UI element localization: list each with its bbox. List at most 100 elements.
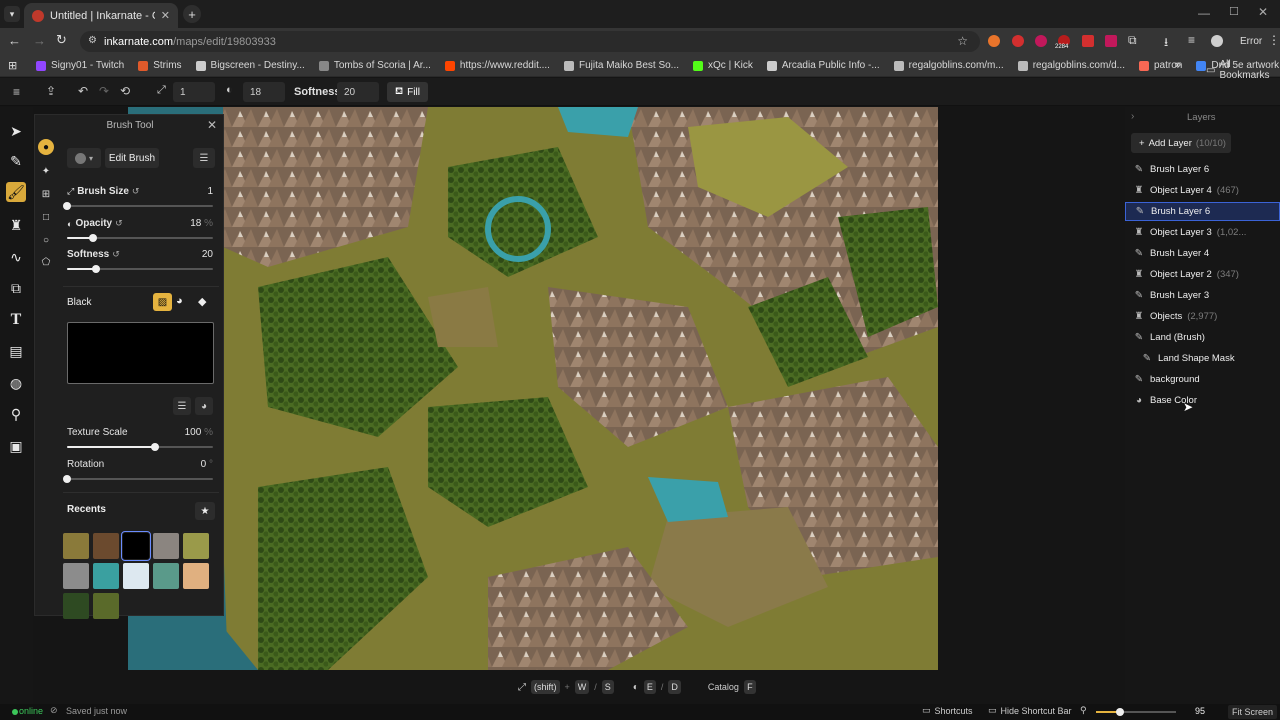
zoom-out-icon[interactable]: ⚲	[1080, 705, 1087, 716]
bookmarks-overflow-icon[interactable]: »	[1175, 59, 1181, 71]
main-menu-icon[interactable]: ≡	[13, 85, 20, 99]
back-icon[interactable]: ←	[8, 33, 21, 48]
recent-swatch[interactable]	[93, 593, 119, 619]
bookmark-item[interactable]: regalgoblins.com/d...	[1017, 60, 1125, 71]
export-icon[interactable]: ⇪	[46, 84, 56, 98]
brush-size-input[interactable]: 1	[173, 82, 215, 102]
extension-icon[interactable]	[1105, 35, 1117, 47]
extension-icon[interactable]	[1082, 35, 1094, 47]
new-tab-button[interactable]: +	[183, 5, 201, 23]
color-adjust-icon[interactable]: ☰	[173, 397, 191, 415]
square-brush-icon[interactable]: □	[39, 210, 53, 224]
recent-swatch[interactable]	[183, 563, 209, 589]
recent-swatch[interactable]	[93, 563, 119, 589]
bookmark-star-icon[interactable]: ☆	[957, 34, 968, 48]
layer-item[interactable]: ✎ Land Shape Mask	[1125, 349, 1280, 368]
history-icon[interactable]: ⟲	[120, 84, 130, 98]
collapse-chevron-icon[interactable]: ›	[1131, 111, 1134, 122]
shapes-tool-icon[interactable]: ⧉	[6, 278, 26, 298]
layer-item[interactable]: ♜ Object Layer 4 (467)	[1125, 181, 1280, 200]
profile-avatar-icon[interactable]	[1211, 35, 1223, 47]
globe-icon[interactable]: ◍	[6, 373, 26, 393]
texture-scale-value[interactable]: 100	[185, 427, 202, 438]
forward-icon[interactable]: →	[33, 33, 46, 48]
hide-shortcut-bar-button[interactable]: ▭ Hide Shortcut Bar	[988, 705, 1072, 716]
minimize-window-icon[interactable]: —	[1198, 6, 1210, 20]
fit-screen-button[interactable]: Fit Screen	[1228, 705, 1278, 719]
softness-slider[interactable]	[67, 264, 213, 274]
download-icon[interactable]: ⭳	[1164, 33, 1168, 54]
path-tool-icon[interactable]: ∿	[6, 247, 26, 267]
favorite-star-icon[interactable]: ★	[195, 502, 215, 520]
tab-close-icon[interactable]: ✕	[161, 9, 170, 22]
eyedropper-icon[interactable]: ✎	[6, 151, 26, 171]
rotation-slider[interactable]	[63, 474, 213, 484]
extension-icon[interactable]	[1035, 35, 1047, 47]
extension-icon[interactable]	[988, 35, 1000, 47]
shortcuts-button[interactable]: ▭ Shortcuts	[922, 705, 973, 716]
recent-swatch[interactable]	[63, 593, 89, 619]
apps-grid-icon[interactable]: ⊞	[8, 59, 17, 72]
url-field[interactable]: ⚙ inkarnate.com/maps/edit/19803933 ☆	[80, 31, 980, 52]
layer-item[interactable]: ◕ Base Color	[1125, 391, 1280, 410]
maximize-window-icon[interactable]: ☐	[1229, 5, 1239, 18]
browser-tab[interactable]: Untitled | Inkarnate - Create Fa ✕	[24, 3, 178, 28]
recent-swatch[interactable]	[153, 563, 179, 589]
layer-item[interactable]: ✎ background	[1125, 370, 1280, 389]
brush-settings-icon[interactable]: ☰	[193, 148, 215, 168]
bookmark-item[interactable]: Fujita Maiko Best So...	[563, 60, 679, 71]
softness-input[interactable]: 20	[337, 82, 379, 102]
rotation-value[interactable]: 0	[201, 459, 207, 470]
fill-button[interactable]: ⛾ Fill	[387, 82, 428, 102]
texture-scale-slider[interactable]	[67, 442, 213, 452]
layer-item[interactable]: ✎ Brush Layer 6	[1125, 160, 1280, 179]
grid-brush-icon[interactable]: ⊞	[39, 187, 53, 201]
bookmark-item[interactable]: Tombs of Scoria | Ar...	[318, 60, 431, 71]
extension-icon[interactable]	[1012, 35, 1024, 47]
media-control-icon[interactable]: ≡	[1188, 33, 1195, 47]
map-canvas[interactable]	[128, 107, 938, 670]
save-icon[interactable]: ▣	[6, 436, 26, 456]
bookmark-item[interactable]: Strims	[138, 60, 182, 71]
brush-preset-dropdown[interactable]: ▾	[67, 148, 101, 168]
reload-icon[interactable]: ↻	[56, 32, 67, 48]
edit-brush-button[interactable]: Edit Brush	[105, 148, 159, 168]
notes-icon[interactable]: ▤	[6, 341, 26, 361]
close-panel-icon[interactable]: ✕	[207, 118, 217, 132]
extensions-puzzle-icon[interactable]: ⧉	[1128, 33, 1137, 48]
bookmark-item[interactable]: Signy01 - Twitch	[36, 60, 124, 71]
layer-item[interactable]: ✎ Brush Layer 6	[1125, 202, 1280, 221]
add-layer-button[interactable]: + Add Layer (10/10)	[1131, 133, 1231, 153]
texture-mode-icon[interactable]: ▨	[153, 293, 172, 311]
browser-menu-icon[interactable]: ⋮	[1268, 33, 1280, 47]
layer-item[interactable]: ♜ Object Layer 2 (347)	[1125, 265, 1280, 284]
star-brush-icon[interactable]: ✦	[39, 164, 53, 178]
select-pointer-icon[interactable]: ➤	[6, 121, 26, 141]
opacity-value[interactable]: 18	[190, 218, 201, 229]
undo-icon[interactable]: ↶	[78, 84, 88, 98]
zoom-slider[interactable]	[1096, 707, 1176, 717]
recent-swatch[interactable]	[123, 563, 149, 589]
softness-value[interactable]: 20	[202, 249, 213, 260]
layer-item[interactable]: ✎ Brush Layer 3	[1125, 286, 1280, 305]
tab-list-button[interactable]: ▾	[4, 6, 20, 22]
reset-icon[interactable]: ↺	[115, 218, 123, 229]
recent-swatch[interactable]	[183, 533, 209, 559]
layer-item[interactable]: ✎ Brush Layer 4	[1125, 244, 1280, 263]
recent-swatch[interactable]	[153, 533, 179, 559]
layer-item[interactable]: ♜ Object Layer 3 (1,02...	[1125, 223, 1280, 242]
circle-brush-icon[interactable]: ○	[39, 233, 53, 247]
bookmark-item[interactable]: Bigscreen - Destiny...	[195, 60, 305, 71]
layer-item[interactable]: ✎ Land (Brush)	[1125, 328, 1280, 347]
recent-swatch[interactable]	[63, 563, 89, 589]
bookmark-item[interactable]: Arcadia Public Info -...	[766, 60, 880, 71]
zoom-icon[interactable]: ⚲	[6, 404, 26, 424]
recent-swatch[interactable]	[93, 533, 119, 559]
bookmark-item[interactable]: xQc | Kick	[693, 60, 753, 71]
profile-error-label[interactable]: Error	[1240, 36, 1262, 47]
opacity-input[interactable]: 18	[243, 82, 285, 102]
bookmark-item[interactable]: https://www.reddit....	[444, 60, 550, 71]
text-tool-icon[interactable]: T	[6, 310, 26, 330]
close-window-icon[interactable]: ✕	[1258, 5, 1268, 19]
round-brush-icon[interactable]: ●	[38, 139, 54, 155]
